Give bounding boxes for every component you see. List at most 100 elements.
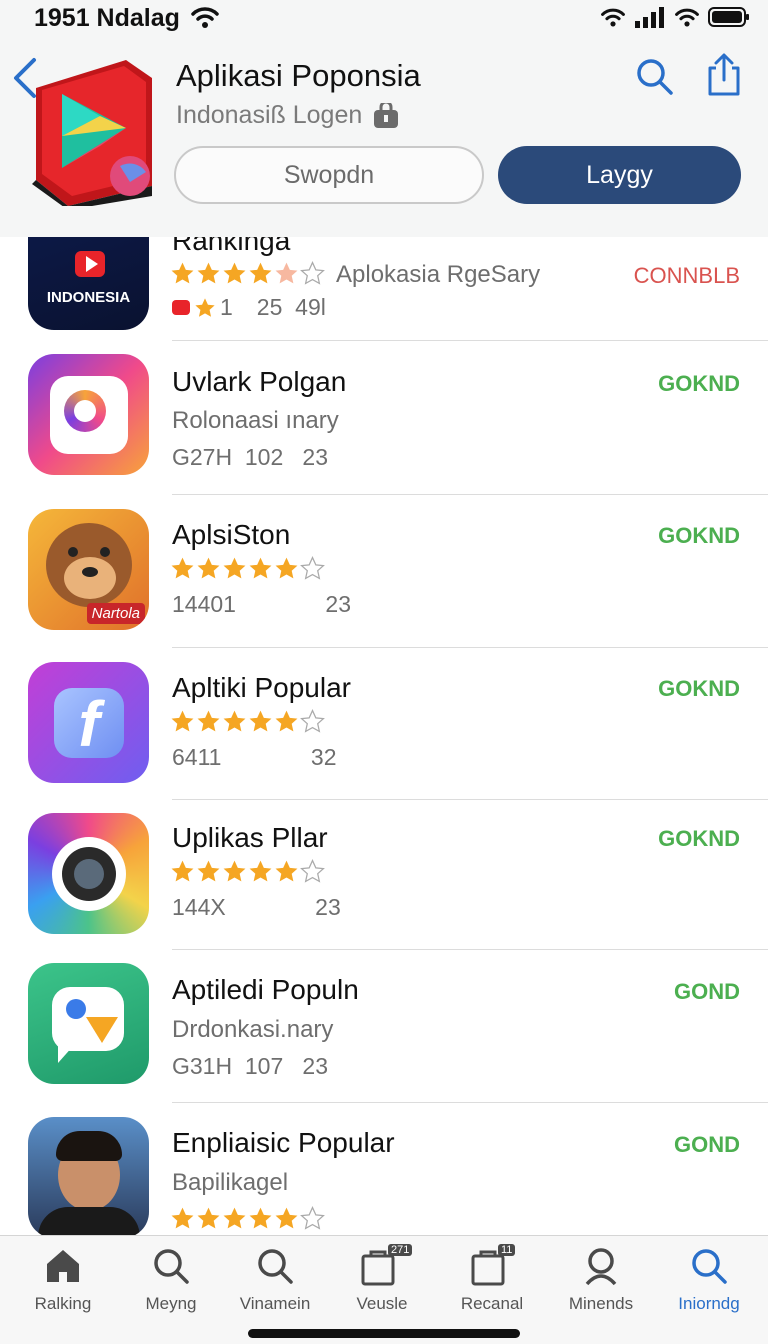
app-title: Enpliaisic Popular: [172, 1127, 395, 1158]
battery-icon: [708, 7, 749, 27]
get-button[interactable]: GOKND: [658, 371, 740, 397]
star-icon: [275, 1207, 298, 1229]
mascot-eye: [68, 547, 78, 557]
tab-vinamein[interactable]: Vinamein: [220, 1246, 330, 1322]
get-button[interactable]: GOND: [674, 1132, 740, 1158]
bubble-tail: [58, 1045, 74, 1063]
tab-label: Ralking: [34, 1294, 92, 1313]
signal-icon: [635, 7, 664, 28]
tab-iniorndg[interactable]: Iniorndg: [654, 1246, 764, 1322]
star-empty-icon: [300, 556, 325, 580]
get-button[interactable]: GOKND: [658, 826, 740, 852]
person-icon: [585, 1248, 617, 1286]
search-icon[interactable]: [634, 56, 674, 96]
list-item[interactable]: Aptiledi Populn Drdonkasi.nary G31H 107 …: [0, 950, 768, 1103]
bag-icon-wrap: 11: [464, 1244, 520, 1286]
camera-app-icon: [28, 354, 149, 475]
wifi-icon: [601, 8, 625, 27]
star-icon: [223, 710, 246, 732]
tab-veusle[interactable]: 271 Veusle: [327, 1244, 437, 1322]
list-item[interactable]: Uvlark Polgan Rolonaasi ınary G27H 102 2…: [0, 341, 768, 495]
list-item[interactable]: Nartola AplsiSton 14401 23 GOKND: [0, 495, 768, 648]
home-indicator[interactable]: [248, 1329, 520, 1338]
tab-badge: 11: [498, 1244, 516, 1256]
tab-label: Vinamein: [239, 1294, 311, 1313]
secondary-button[interactable]: Swopdn: [174, 146, 484, 204]
home-icon: [47, 1250, 79, 1282]
lock-bag-icon: [374, 102, 399, 128]
get-button[interactable]: GOND: [674, 979, 740, 1005]
camera-lens-app-icon: [28, 813, 149, 934]
star-icon: [223, 1207, 246, 1229]
orange-shape: [86, 1017, 118, 1043]
app-stats: 25 49l: [256, 294, 326, 320]
tab-recanal[interactable]: 11 Recanal: [437, 1244, 547, 1322]
shoulders: [38, 1207, 140, 1235]
tab-ralking[interactable]: Ralking: [8, 1246, 118, 1322]
star-icon: [171, 262, 194, 284]
star-rating: [170, 556, 325, 581]
app-title: Aptiledi Populn: [172, 974, 359, 1005]
tab-label: Recanal: [460, 1294, 524, 1313]
tab-minends[interactable]: Minends: [546, 1246, 656, 1322]
get-button[interactable]: CONNBLB: [634, 263, 740, 289]
badge-icon: [172, 300, 190, 315]
tab-bar: Ralking Meyng Vinamein 271 Veusle 11 Rec…: [0, 1235, 768, 1344]
app-meta: 1 25 49l: [172, 294, 326, 321]
search-icon: [692, 1249, 727, 1284]
star-empty-icon: [300, 1206, 325, 1230]
app-subtitle: Bapilikagel: [172, 1169, 289, 1196]
star-empty-icon: [300, 859, 325, 883]
bag-icon-wrap: 271: [354, 1244, 413, 1286]
star-rating: [170, 709, 325, 734]
tab-meyng[interactable]: Meyng: [116, 1246, 226, 1322]
app-title: AplsiSton: [172, 519, 291, 550]
star-rating: [170, 1206, 325, 1231]
star-icon: [171, 1207, 194, 1229]
star-icon: [223, 262, 246, 284]
page-title: Aplikasi Poponsia: [176, 58, 421, 93]
tab-label: Iniorndg: [678, 1294, 740, 1313]
star-rating: [170, 261, 325, 286]
wifi-icon: [675, 8, 699, 27]
indonesia-app-icon: INDONESIA: [28, 237, 149, 330]
star-icon: [171, 557, 194, 579]
star-empty-icon: [300, 709, 325, 733]
app-subtitle: Aplokasia RgeSary: [336, 261, 541, 288]
search-icon: [258, 1249, 293, 1284]
social-app-icon: f: [28, 662, 149, 783]
mascot-eye: [100, 547, 110, 557]
list-item[interactable]: INDONESIA Rankinga Aplokasia RgeSary CON…: [0, 237, 768, 341]
chat-app-icon: [28, 963, 149, 1084]
star-icon: [223, 860, 246, 882]
star-empty-icon: [300, 261, 325, 285]
app-stats: 6411 32: [172, 744, 337, 770]
star-rating: [170, 859, 325, 884]
share-icon[interactable]: [704, 52, 744, 96]
get-button[interactable]: GOKND: [658, 523, 740, 549]
star-icon: [197, 860, 220, 882]
star-icon: [171, 710, 194, 732]
list-item[interactable]: f Apltiki Popular 6411 32 GOKND: [0, 648, 768, 800]
star-icon: [249, 710, 272, 732]
app-list: INDONESIA Rankinga Aplokasia RgeSary CON…: [0, 237, 768, 1235]
blue-dot: [66, 999, 86, 1019]
list-item[interactable]: Uplikas Pllar 144X 23 GOKND: [0, 800, 768, 950]
star-icon: [249, 860, 272, 882]
wifi-icon: [191, 7, 219, 28]
tab-label: Meyng: [145, 1294, 197, 1313]
lens-center: [74, 400, 96, 422]
icon-label: Nartola: [86, 603, 145, 624]
star-icon: [195, 297, 215, 317]
page-subtitle: Indonasiß Logen: [176, 101, 400, 130]
star-icon: [249, 557, 272, 579]
primary-button[interactable]: Laygy: [498, 146, 741, 204]
list-item[interactable]: Enpliaisic Popular Bapilikagel GOND: [0, 1103, 768, 1235]
star-icon: [275, 557, 298, 579]
get-button[interactable]: GOKND: [658, 676, 740, 702]
lens-center: [74, 859, 104, 889]
app-title: Uvlark Polgan: [172, 366, 347, 397]
app-logo: [32, 60, 152, 206]
app-title: Apltiki Popular: [172, 672, 351, 703]
hair: [56, 1131, 122, 1161]
